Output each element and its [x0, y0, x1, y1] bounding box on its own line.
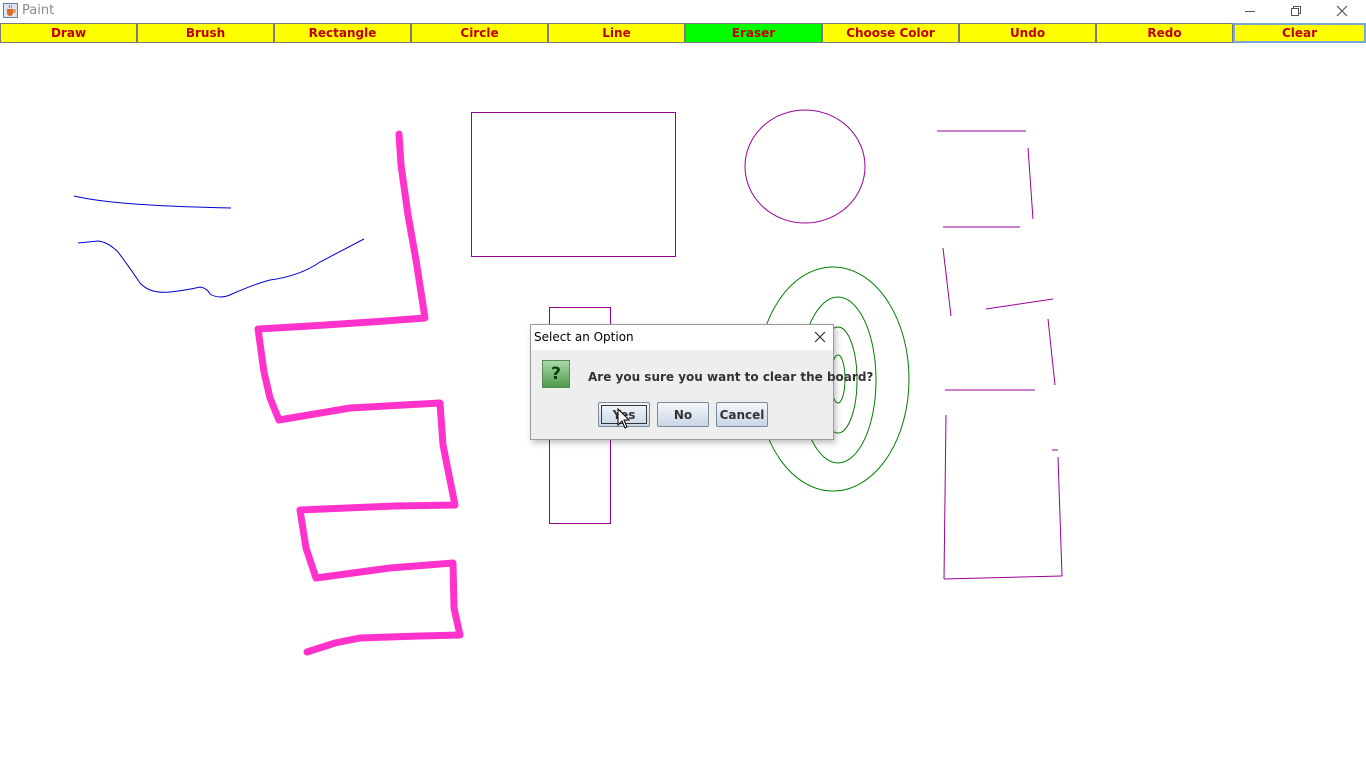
close-icon — [1336, 5, 1348, 17]
rectangle-shape — [471, 112, 676, 257]
dialog-titlebar: Select an Option — [531, 325, 833, 350]
no-button[interactable]: No — [657, 402, 709, 427]
minimize-icon — [1245, 11, 1255, 12]
line-shapes — [937, 130, 1063, 580]
question-icon: ? — [542, 360, 570, 388]
line-button[interactable]: Line — [548, 23, 685, 43]
dialog-message: Are you sure you want to clear the board… — [588, 370, 874, 384]
freehand-stroke — [77, 238, 365, 298]
circle-shape — [744, 109, 866, 224]
choose-color-button[interactable]: Choose Color — [822, 23, 959, 43]
clear-button[interactable]: Clear — [1233, 23, 1366, 43]
minimize-button[interactable] — [1227, 0, 1273, 22]
eraser-button[interactable]: Eraser — [685, 23, 822, 43]
close-icon[interactable] — [813, 330, 827, 344]
dialog-title: Select an Option — [534, 330, 634, 344]
undo-button[interactable]: Undo — [959, 23, 1096, 43]
restore-button[interactable] — [1273, 0, 1319, 22]
window-titlebar: Paint — [0, 0, 1366, 22]
redo-button[interactable]: Redo — [1096, 23, 1233, 43]
cancel-button[interactable]: Cancel — [716, 402, 768, 427]
restore-icon — [1291, 6, 1301, 16]
mouse-pointer-icon — [617, 408, 631, 429]
clear-confirm-dialog: Select an Option ? Are you sure you want… — [530, 324, 873, 440]
tool-toolbar: Draw Brush Rectangle Circle Line Eraser … — [0, 23, 1366, 43]
java-cup-icon — [3, 3, 18, 18]
circle-button[interactable]: Circle — [411, 23, 548, 43]
brush-button[interactable]: Brush — [137, 23, 274, 43]
window-title: Paint — [22, 3, 55, 18]
freehand-stroke — [73, 195, 232, 209]
close-button[interactable] — [1319, 0, 1365, 22]
rectangle-button[interactable]: Rectangle — [274, 23, 411, 43]
brush-stroke — [254, 130, 464, 656]
draw-button[interactable]: Draw — [0, 23, 137, 43]
